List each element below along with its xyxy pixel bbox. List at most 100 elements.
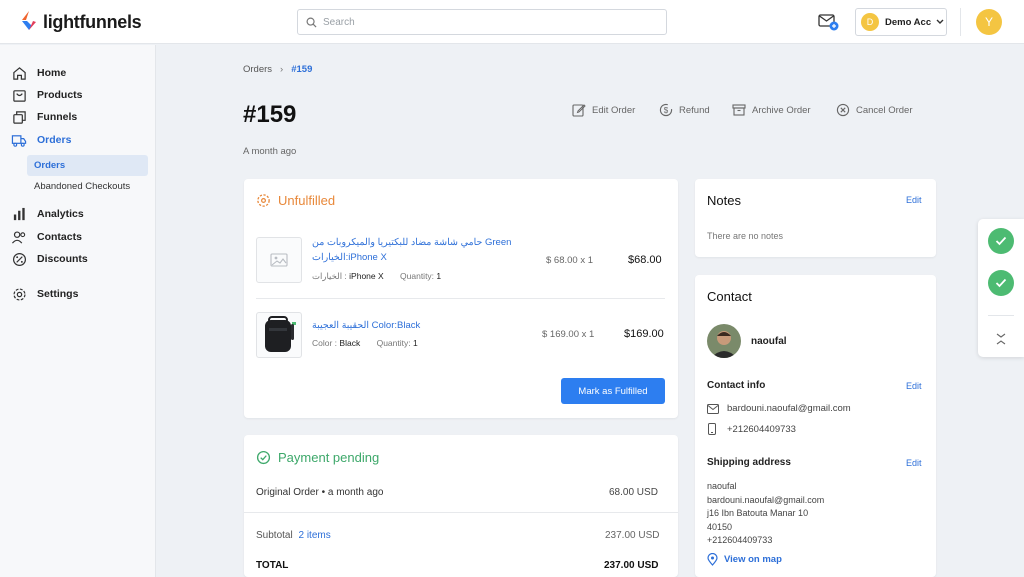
order-date: A month ago (243, 146, 297, 157)
sidebar-item-analytics[interactable]: Analytics (11, 205, 84, 223)
product-name-line: حامي شاشة مضاد للبكتيريا والميكروبات من … (312, 237, 512, 248)
subtotal-label: Subtotal 2 items (256, 530, 331, 541)
unfulfilled-card: Unfulfilled حامي شاشة مضاد للبكتيريا وال… (244, 179, 678, 418)
product-name-line: الخيارات:iPhone X (312, 252, 387, 263)
users-icon (11, 229, 27, 245)
product-thumbnail[interactable] (256, 312, 302, 358)
sidebar-item-label: Orders (37, 134, 72, 146)
search-input[interactable] (323, 16, 653, 28)
shipping-address-edit-link[interactable]: Edit (906, 458, 922, 468)
archive-order-button[interactable]: Archive Order (732, 103, 811, 117)
check-icon[interactable] (988, 270, 1014, 296)
sidebar-item-label: Discounts (37, 253, 88, 265)
sidebar-item-products[interactable]: Products (11, 86, 83, 104)
option-label: الخيارات : (312, 271, 350, 281)
sidebar-subitem-orders[interactable]: Orders (27, 155, 148, 176)
contact-info-title: Contact info (707, 380, 766, 391)
sidebar-item-contacts[interactable]: Contacts (11, 228, 82, 246)
truck-icon (11, 132, 27, 148)
phone-icon (707, 423, 721, 435)
item-divider (256, 298, 665, 299)
payment-divider (244, 512, 678, 513)
edit-order-button[interactable]: Edit Order (572, 103, 635, 117)
account-selector[interactable]: D Demo Acc (855, 8, 947, 36)
refund-label: Refund (679, 104, 710, 116)
address-line: naoufal (707, 481, 737, 491)
sidebar-item-label: Home (37, 67, 67, 79)
address-line: 40150 (707, 521, 733, 532)
refund-button[interactable]: $ Refund (659, 103, 710, 117)
contact-phone: +212604409733 (707, 423, 796, 435)
address-line: +212604409733 (707, 535, 773, 545)
unfulfilled-title: Unfulfilled (278, 193, 336, 208)
page-title: #159 (243, 101, 297, 128)
mail-icon (707, 403, 721, 414)
discount-icon (11, 251, 27, 267)
account-name: Demo Acc (885, 16, 932, 28)
quantity-value: 1 (412, 338, 418, 348)
mark-as-fulfilled-button[interactable]: Mark as Fulfilled (561, 378, 665, 404)
option-label: Color : (312, 338, 340, 348)
notifications-button[interactable] (818, 12, 840, 32)
sidebar-item-settings[interactable]: Settings (11, 285, 78, 303)
product-name-link[interactable]: الحقيبة العجيبة Color:Black (312, 318, 420, 333)
cancel-order-button[interactable]: Cancel Order (836, 103, 913, 117)
sidebar-subitem-abandoned-checkouts[interactable]: Abandoned Checkouts (27, 176, 148, 197)
lightfunnels-logo-icon (22, 11, 36, 30)
sidebar-item-label: Analytics (37, 208, 84, 220)
sidebar-item-discounts[interactable]: Discounts (11, 250, 88, 268)
option-value: Black (339, 338, 361, 348)
header-divider (960, 8, 961, 36)
subtotal-items-link[interactable]: 2 items (298, 530, 330, 541)
backpack-image (265, 316, 296, 352)
shipping-address: naoufal bardouni.naoufal@gmail.com j16 I… (707, 480, 824, 548)
contact-phone-text: +212604409733 (727, 423, 796, 435)
sidebar-item-home[interactable]: Home (11, 64, 66, 82)
view-on-map-link[interactable]: View on map (707, 553, 782, 566)
address-line: j16 Ibn Batouta Manar 10 (707, 508, 809, 518)
sidebar-item-label: Funnels (37, 111, 78, 123)
sidebar-item-funnels[interactable]: Funnels (11, 108, 77, 126)
map-pin-icon (707, 553, 718, 566)
payment-title: Payment pending (278, 450, 380, 465)
contact-avatar (707, 324, 741, 358)
search-box[interactable] (297, 9, 667, 35)
unit-price: $ 169.00 x 1 (542, 329, 595, 340)
contact-title: Contact (707, 289, 752, 304)
sidebar-item-orders[interactable]: Orders (11, 131, 71, 149)
total-label: TOTAL (256, 560, 289, 571)
contact-name[interactable]: naoufal (751, 336, 787, 347)
notes-empty-text: There are no notes (707, 231, 784, 241)
check-icon[interactable] (988, 228, 1014, 254)
edit-icon (572, 103, 586, 117)
search-icon (306, 17, 317, 28)
contact-info-edit-link[interactable]: Edit (906, 381, 922, 391)
quantity-value: 1 (436, 271, 442, 281)
subtotal-value: 237.00 USD (605, 530, 660, 541)
chevron-collapse-icon[interactable] (995, 330, 1007, 349)
funnel-icon (11, 109, 27, 125)
contact-email: bardouni.naoufal@gmail.com (707, 403, 851, 414)
notes-edit-link[interactable]: Edit (906, 195, 922, 205)
product-meta: Color : Black Quantity: 1 (312, 338, 418, 348)
edit-order-label: Edit Order (592, 104, 636, 116)
status-widget (978, 219, 1024, 357)
option-value: iPhone X (349, 271, 384, 281)
breadcrumb-current: #159 (291, 64, 313, 75)
cancel-icon (836, 103, 850, 117)
home-icon (11, 65, 27, 81)
product-name-link[interactable]: حامي شاشة مضاد للبكتيريا والميكروبات من … (312, 235, 511, 265)
breadcrumb-orders-link[interactable]: Orders (243, 64, 272, 75)
unit-price: $ 68.00 x 1 (546, 255, 594, 266)
view-on-map-label: View on map (724, 554, 782, 565)
address-line: bardouni.naoufal@gmail.com (707, 494, 825, 505)
product-meta: الخيارات : iPhone X Quantity: 1 (312, 271, 441, 282)
notes-title: Notes (707, 193, 741, 208)
mail-notification-icon (818, 14, 839, 31)
product-thumbnail[interactable] (256, 237, 302, 283)
logo[interactable]: lightfunnels (20, 9, 142, 35)
sidebar: Home Products Funnels Orders Orders Aban… (0, 45, 156, 577)
user-avatar[interactable]: Y (976, 9, 1002, 35)
line-total: $68.00 (628, 254, 662, 266)
brand-name: lightfunnels (43, 11, 142, 32)
